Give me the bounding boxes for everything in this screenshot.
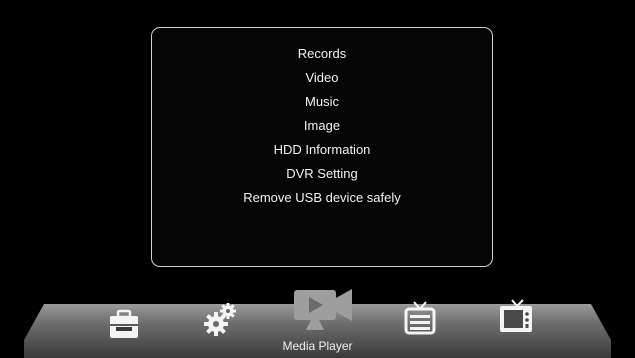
menu-item-video[interactable]: Video: [152, 66, 492, 90]
media-menu-list: Records Video Music Image HDD Informatio…: [152, 42, 492, 210]
tv-guide-icon[interactable]: [400, 298, 440, 338]
menu-item-records[interactable]: Records: [152, 42, 492, 66]
tv-icon[interactable]: [496, 296, 536, 336]
media-player-icon[interactable]: [292, 284, 354, 332]
menu-item-music[interactable]: Music: [152, 90, 492, 114]
menu-item-hdd-information[interactable]: HDD Information: [152, 138, 492, 162]
menu-item-remove-usb[interactable]: Remove USB device safely: [152, 186, 492, 210]
gears-icon[interactable]: [200, 300, 240, 340]
menu-item-image[interactable]: Image: [152, 114, 492, 138]
selected-app-label: Media Player: [282, 339, 353, 353]
menu-item-dvr-setting[interactable]: DVR Setting: [152, 162, 492, 186]
media-menu-panel: Records Video Music Image HDD Informatio…: [151, 27, 493, 267]
